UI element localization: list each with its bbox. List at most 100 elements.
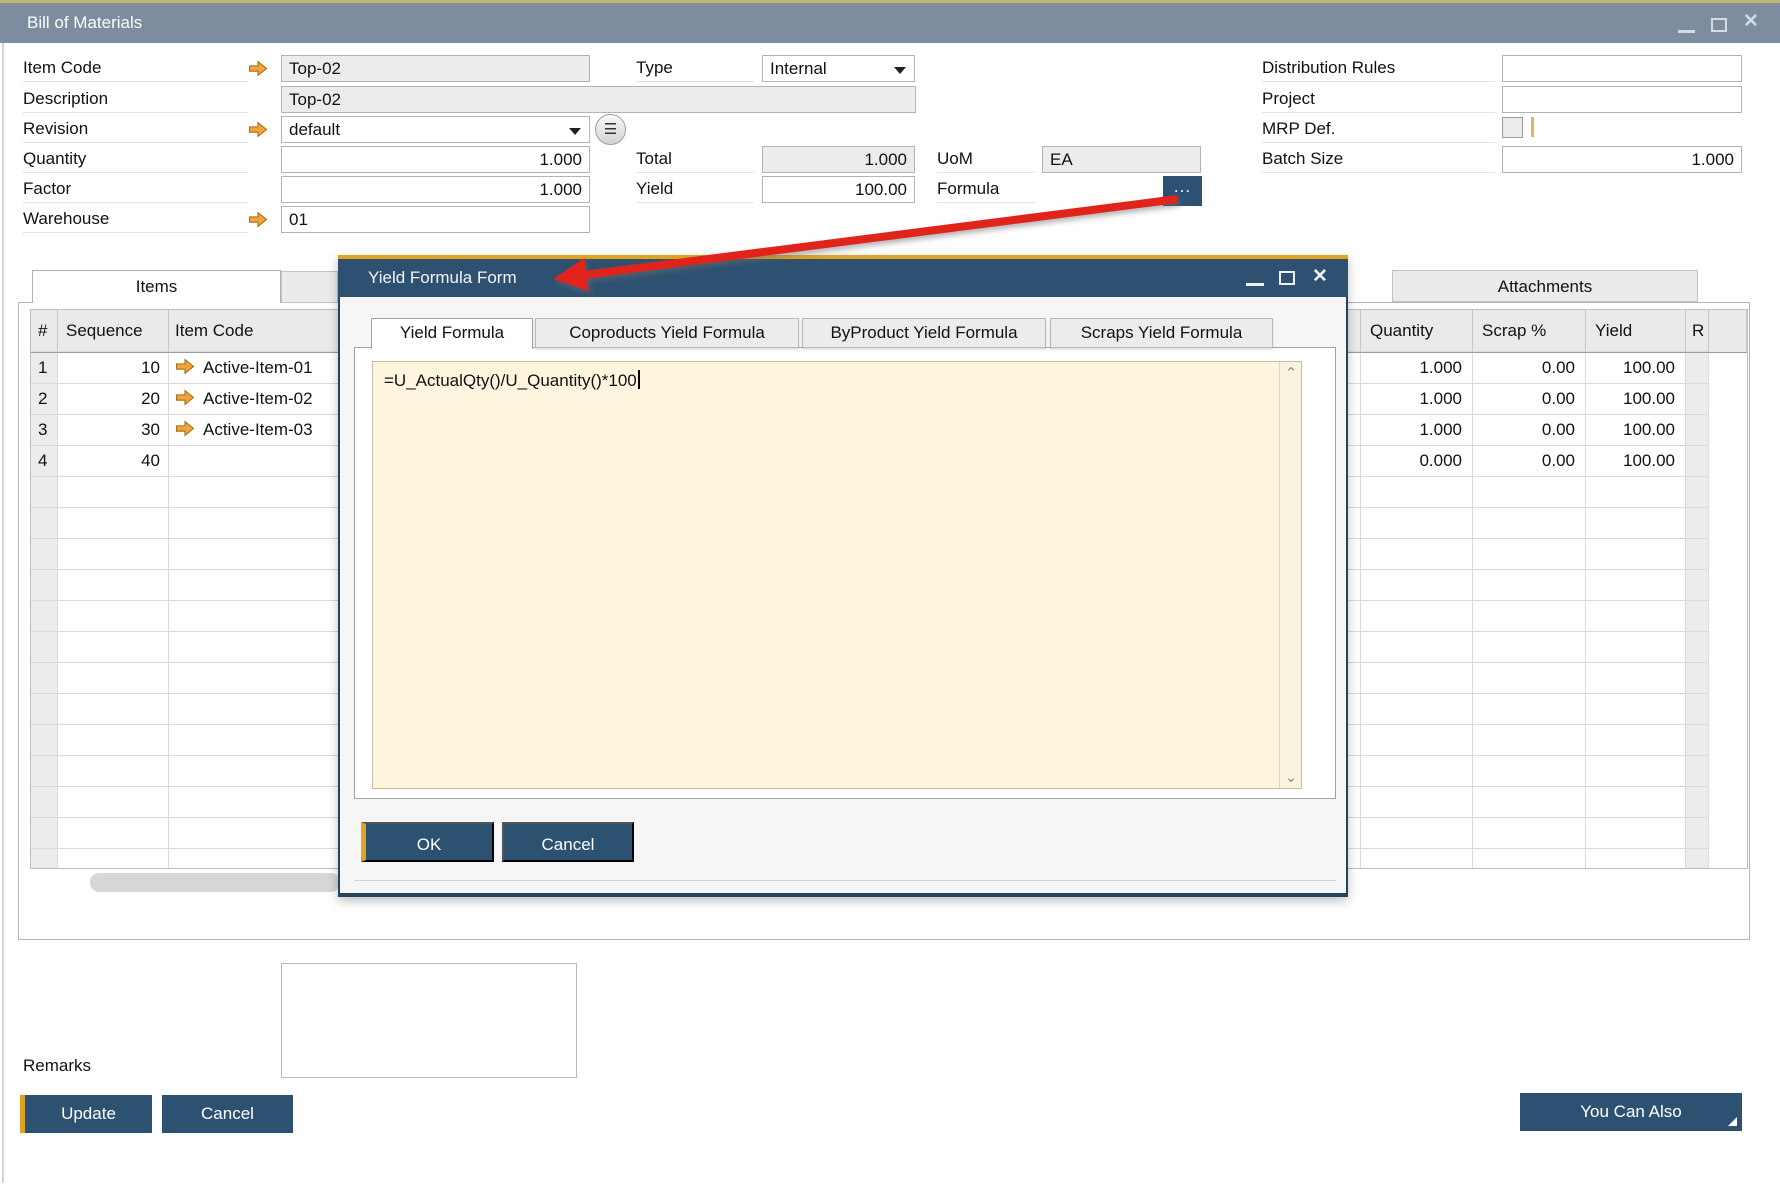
minimize-icon[interactable] — [1246, 283, 1264, 286]
sequence-cell[interactable]: 40 — [58, 446, 169, 477]
remarks-label: Remarks — [23, 1056, 91, 1076]
bill-of-materials-window: Bill of Materials ✕ Item Code Top-02 Des… — [0, 0, 1780, 1199]
yield-cell[interactable]: 100.00 — [1586, 446, 1686, 477]
yield-formula-form-dialog: Yield Formula Form ✕ Yield Formula Copro… — [338, 255, 1348, 897]
scrap-cell[interactable]: 0.00 — [1473, 353, 1586, 384]
link-arrow-icon[interactable] — [175, 420, 195, 437]
header-r[interactable]: R — [1686, 310, 1709, 352]
window-title: Bill of Materials — [27, 3, 142, 43]
project-field[interactable] — [1502, 86, 1742, 113]
menu-icon: ☰ — [604, 121, 617, 138]
total-label: Total — [636, 147, 754, 173]
link-arrow-icon[interactable] — [175, 358, 195, 375]
chevron-down-icon — [569, 128, 581, 135]
tab-coproducts-yield-formula[interactable]: Coproducts Yield Formula — [535, 318, 799, 348]
item-code-field[interactable]: Top-02 — [281, 55, 590, 82]
quantity-cell[interactable]: 1.000 — [1361, 415, 1473, 446]
sequence-cell[interactable]: 10 — [58, 353, 169, 384]
ok-button[interactable]: OK — [361, 822, 494, 862]
r-cell[interactable] — [1686, 446, 1709, 477]
scrap-cell[interactable]: 0.00 — [1473, 415, 1586, 446]
tab-hidden-fragment[interactable] — [281, 271, 338, 303]
revision-label: Revision — [23, 117, 248, 143]
scroll-down-icon[interactable]: ⌄ — [1280, 768, 1302, 786]
mrp-def-label: MRP Def. — [1262, 117, 1495, 143]
formula-ellipsis-button[interactable]: ... — [1163, 176, 1202, 206]
quantity-cell[interactable]: 0.000 — [1361, 446, 1473, 477]
description-label: Description — [23, 87, 248, 113]
maximize-icon[interactable] — [1279, 271, 1295, 285]
sequence-cell[interactable]: 20 — [58, 384, 169, 415]
row-filler — [1709, 415, 1747, 446]
header-num[interactable]: # — [31, 310, 58, 352]
revision-dropdown[interactable]: default — [281, 116, 590, 143]
scrap-cell[interactable]: 0.00 — [1473, 446, 1586, 477]
item-code-text: Active-Item-02 — [203, 389, 313, 408]
header-scrap[interactable]: Scrap % — [1473, 310, 1586, 352]
close-icon[interactable]: ✕ — [1743, 10, 1759, 33]
quantity-label: Quantity — [23, 147, 248, 173]
chevron-down-icon — [894, 67, 906, 74]
formula-editor[interactable]: =U_ActualQty()/U_Quantity()*100 ⌃ ⌄ — [372, 361, 1302, 789]
window-left-edge — [2, 43, 4, 1183]
type-dropdown[interactable]: Internal — [762, 55, 915, 82]
distribution-rules-field[interactable] — [1502, 55, 1742, 82]
yield-cell[interactable]: 100.00 — [1586, 415, 1686, 446]
close-icon[interactable]: ✕ — [1312, 265, 1328, 288]
window-titlebar: Bill of Materials ✕ — [0, 3, 1780, 43]
r-cell[interactable] — [1686, 353, 1709, 384]
scroll-up-icon[interactable]: ⌃ — [1280, 364, 1302, 382]
type-label: Type — [636, 56, 754, 82]
r-cell[interactable] — [1686, 384, 1709, 415]
batch-size-field[interactable]: 1.000 — [1502, 146, 1742, 173]
row-number: 1 — [31, 353, 58, 384]
link-arrow-icon[interactable] — [248, 211, 268, 228]
description-field[interactable]: Top-02 — [281, 86, 916, 113]
header-filler — [1709, 310, 1747, 352]
distribution-rules-label: Distribution Rules — [1262, 56, 1495, 82]
quantity-cell[interactable]: 1.000 — [1361, 353, 1473, 384]
row-filler — [1709, 353, 1747, 384]
batch-size-label: Batch Size — [1262, 147, 1495, 173]
minimize-icon[interactable] — [1678, 30, 1695, 33]
r-cell[interactable] — [1686, 415, 1709, 446]
horizontal-scrollbar[interactable] — [90, 873, 340, 892]
link-arrow-icon[interactable] — [248, 60, 268, 77]
sequence-cell[interactable]: 30 — [58, 415, 169, 446]
you-can-also-button[interactable]: You Can Also — [1520, 1093, 1742, 1131]
dialog-cancel-button[interactable]: Cancel — [502, 822, 634, 862]
header-sequence[interactable]: Sequence — [58, 310, 169, 352]
item-code-label: Item Code — [23, 56, 248, 82]
cancel-button[interactable]: Cancel — [162, 1095, 293, 1133]
yield-cell[interactable]: 100.00 — [1586, 353, 1686, 384]
tab-items[interactable]: Items — [32, 270, 281, 303]
quantity-cell[interactable]: 1.000 — [1361, 384, 1473, 415]
yield-cell[interactable]: 100.00 — [1586, 384, 1686, 415]
tab-byproduct-yield-formula[interactable]: ByProduct Yield Formula — [802, 318, 1046, 348]
scrap-cell[interactable]: 0.00 — [1473, 384, 1586, 415]
revision-menu-button[interactable]: ☰ — [595, 114, 626, 145]
uom-field: EA — [1042, 146, 1201, 173]
tab-yield-formula[interactable]: Yield Formula — [371, 318, 533, 349]
quantity-field[interactable]: 1.000 — [281, 146, 590, 173]
link-arrow-icon[interactable] — [175, 389, 195, 406]
factor-label: Factor — [23, 177, 248, 203]
project-label: Project — [1262, 87, 1495, 113]
factor-field[interactable]: 1.000 — [281, 176, 590, 203]
row-number: 2 — [31, 384, 58, 415]
header-quantity[interactable]: Quantity — [1361, 310, 1473, 352]
mrp-def-marker — [1531, 117, 1534, 137]
tab-scraps-yield-formula[interactable]: Scraps Yield Formula — [1050, 318, 1273, 348]
yield-field[interactable]: 100.00 — [762, 176, 915, 203]
header-yield[interactable]: Yield — [1586, 310, 1686, 352]
type-value: Internal — [770, 59, 827, 78]
remarks-field[interactable] — [281, 963, 577, 1078]
warehouse-field[interactable]: 01 — [281, 206, 590, 233]
mrp-def-checkbox[interactable] — [1502, 117, 1523, 138]
update-button[interactable]: Update — [20, 1095, 152, 1133]
vertical-scrollbar[interactable]: ⌃ ⌄ — [1279, 362, 1301, 788]
maximize-icon[interactable] — [1711, 18, 1727, 32]
tab-attachments[interactable]: Attachments — [1392, 270, 1698, 302]
item-code-text: Active-Item-03 — [203, 420, 313, 439]
link-arrow-icon[interactable] — [248, 121, 268, 138]
